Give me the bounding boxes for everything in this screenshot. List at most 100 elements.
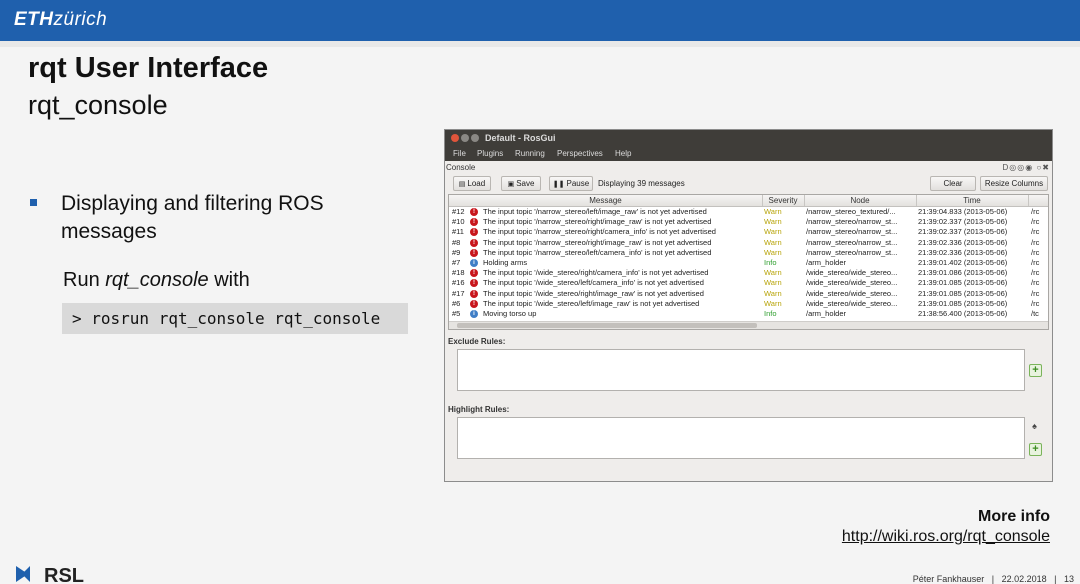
warning-icon: ! [470, 227, 481, 237]
row-severity: Warn [764, 227, 782, 237]
table-row[interactable]: #6! The input topic '/wide_stereo/left/im… [449, 299, 1048, 309]
row-topics: /rc [1031, 217, 1040, 227]
row-topics: /rc [1031, 298, 1040, 308]
row-time: 21:38:56.400 (2013-05-06) [918, 309, 1008, 318]
menu-perspectives[interactable]: Perspectives [557, 149, 603, 158]
table-row[interactable]: #8! The input topic '/narrow_stereo/right… [449, 238, 1048, 248]
row-severity: Info [764, 309, 777, 318]
header-underline [0, 41, 1080, 47]
row-id: #6 [452, 298, 461, 308]
scrollbar-thumb[interactable] [457, 323, 757, 328]
row-topics: /rc [1031, 227, 1040, 237]
maximize-window-icon[interactable] [471, 134, 479, 142]
close-window-icon[interactable] [451, 134, 459, 142]
column-divider [1028, 195, 1029, 206]
row-time: 21:39:01.085 (2013-05-06) [918, 298, 1008, 308]
warning-icon: ! [470, 278, 481, 288]
menu-plugins[interactable]: Plugins [477, 149, 503, 158]
bullet-text: Displaying and filtering ROS messages [61, 192, 324, 243]
row-id: #10 [452, 217, 465, 227]
row-severity: Warn [764, 298, 782, 308]
info-icon: i [470, 258, 481, 268]
row-message: The input topic '/wide_stereo/left/camer… [483, 278, 704, 288]
row-severity: Warn [764, 278, 782, 288]
col-message[interactable]: Message [449, 196, 762, 205]
resize-columns-button[interactable]: Resize Columns [980, 176, 1048, 191]
row-message: The input topic '/narrow_stereo/left/ima… [483, 207, 707, 216]
row-node: /arm_holder [806, 309, 847, 318]
row-severity: Warn [764, 217, 782, 227]
clear-highlight-icon[interactable]: ♠ [1029, 421, 1040, 432]
row-severity: Warn [764, 247, 782, 257]
row-message: The input topic '/narrow_stereo/right/ca… [483, 227, 716, 237]
table-row[interactable]: #17! The input topic '/wide_stereo/right/… [449, 289, 1048, 299]
warning-icon: ! [470, 268, 481, 278]
minimize-window-icon[interactable] [461, 134, 469, 142]
table-row[interactable]: #7 i Holding arms Info/arm_holder 21:39:01.4… [449, 258, 1048, 268]
table-row[interactable]: #9! The input topic '/narrow_stereo/left/… [449, 248, 1048, 258]
row-node: /narrow_stereo_textured/... [806, 207, 896, 216]
row-time: 21:39:02.336 (2013-05-06) [918, 247, 1008, 257]
row-message: The input topic '/narrow_stereo/right/im… [483, 217, 712, 227]
add-exclude-rule-button[interactable]: + [1029, 364, 1042, 377]
window-title: Default - RosGui [485, 133, 556, 143]
bullet-square-icon [30, 199, 37, 206]
header-bar: ETHzürich [0, 0, 1080, 41]
row-message: The input topic '/wide_stereo/left/image… [483, 298, 700, 308]
col-node[interactable]: Node [805, 196, 915, 205]
menu-file[interactable]: File [453, 149, 466, 158]
table-row[interactable]: #5 i Moving torso up Info/arm_holder 21:38:5… [449, 309, 1048, 319]
row-topics: /tc [1031, 309, 1039, 318]
horizontal-scrollbar[interactable] [449, 321, 1048, 329]
exclude-rules-label: Exclude Rules: [448, 337, 506, 346]
warning-icon: ! [470, 217, 481, 227]
dock-controls-icon[interactable]: D◎◎◉ ○✖ [1003, 163, 1050, 172]
slide-subtitle: rqt_console [28, 90, 168, 120]
table-row[interactable]: #18! The input topic '/wide_stereo/right/… [449, 268, 1048, 278]
row-topics: /rc [1031, 268, 1040, 278]
table-row[interactable]: #10! The input topic '/narrow_stereo/righ… [449, 217, 1048, 227]
add-highlight-rule-button[interactable]: + [1029, 443, 1042, 456]
col-severity[interactable]: Severity [763, 196, 803, 205]
save-button[interactable]: ▣ Save [501, 176, 541, 191]
message-table: Message Severity Node Time #12! The input… [448, 194, 1049, 330]
row-message: Holding arms [483, 258, 528, 267]
row-message: The input topic '/wide_stereo/right/imag… [483, 288, 704, 298]
row-topics: /rc [1031, 278, 1040, 288]
row-node: /narrow_stereo/narrow_st... [806, 237, 898, 247]
load-button[interactable]: ▤ Load [453, 176, 491, 191]
row-severity: Info [764, 258, 777, 267]
code-command: > rosrun rqt_console rqt_console [72, 309, 381, 328]
row-severity: Warn [764, 207, 782, 216]
row-id: #16 [452, 278, 465, 288]
slide-title: rqt User Interface [28, 52, 269, 84]
menu-help[interactable]: Help [615, 149, 631, 158]
pause-button[interactable]: ❚❚ Pause [549, 176, 593, 191]
window-titlebar: Default - RosGui [445, 130, 1052, 147]
footer-text: Péter Fankhauser | 22.02.2018 | 13 [912, 574, 1074, 584]
row-id: #5 [452, 309, 461, 318]
highlight-rules-area[interactable] [457, 417, 1025, 459]
row-severity: Warn [764, 237, 782, 247]
row-id: #18 [452, 268, 465, 278]
exclude-rules-area[interactable] [457, 349, 1025, 391]
pause-icon: ❚❚ [552, 181, 565, 188]
eth-logo: ETHzürich [14, 9, 108, 30]
code-box: > rosrun rqt_console rqt_console [62, 303, 408, 334]
message-count-status: Displaying 39 messages [598, 179, 685, 188]
row-id: #17 [452, 288, 465, 298]
more-info-label: More info [978, 508, 1050, 525]
table-row[interactable]: #12! The input topic '/narrow_stereo/left… [449, 207, 1048, 217]
clear-button[interactable]: Clear [930, 176, 976, 191]
row-node: /narrow_stereo/narrow_st... [806, 217, 898, 227]
menu-running[interactable]: Running [515, 149, 545, 158]
warning-icon: ! [470, 299, 481, 309]
row-node: /wide_stereo/wide_stereo... [806, 268, 898, 278]
table-row[interactable]: #11! The input topic '/narrow_stereo/righ… [449, 227, 1048, 237]
col-time[interactable]: Time [917, 196, 1027, 205]
warning-icon: ! [470, 238, 481, 248]
table-row[interactable]: #16! The input topic '/wide_stereo/left/c… [449, 278, 1048, 288]
more-info-link[interactable]: http://wiki.ros.org/rqt_console [842, 528, 1050, 546]
row-node: /narrow_stereo/narrow_st... [806, 227, 898, 237]
save-icon: ▣ [507, 181, 515, 188]
